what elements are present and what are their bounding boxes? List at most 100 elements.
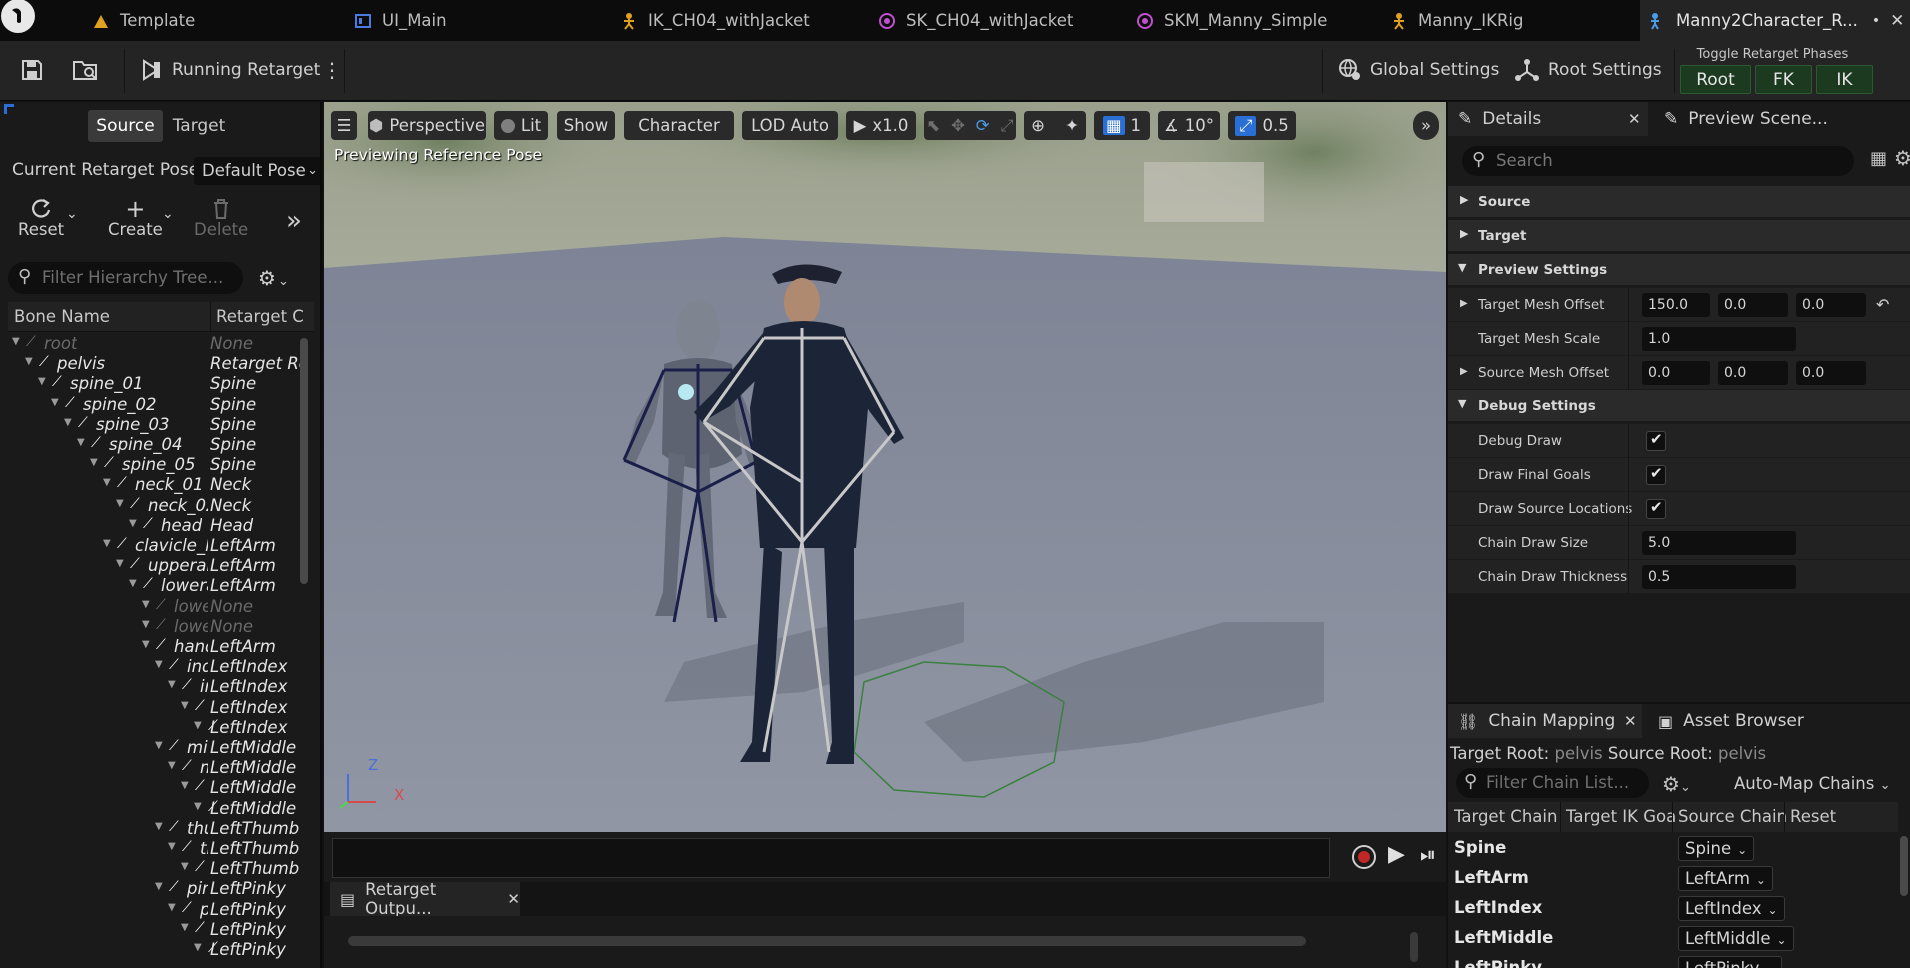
create-pose-button[interactable]: + Create	[108, 197, 163, 239]
chain-filter-input[interactable]: ⚲ Filter Chain List...	[1456, 768, 1649, 798]
offset-y-field[interactable]: 0.0	[1718, 361, 1788, 385]
gear-icon[interactable]: ⚙⌄	[1662, 772, 1691, 796]
mesh-scale-field[interactable]: 1.0	[1642, 327, 1796, 351]
expand-arrow-icon[interactable]: ▼	[103, 477, 111, 488]
draw-source-locations-checkbox[interactable]: ✔	[1646, 498, 1666, 519]
source-chain-dropdown[interactable]: LeftPinky ⌄	[1678, 956, 1783, 968]
target-toggle[interactable]: Target	[163, 110, 235, 142]
category-debug-settings[interactable]: ▼ Debug Settings	[1448, 390, 1910, 422]
expand-arrow-icon[interactable]: ▼	[168, 841, 176, 852]
retarget-pose-dropdown[interactable]: Default Pose ⌄	[194, 157, 320, 185]
preview-scene-tab[interactable]: ✎ Preview Scene...	[1654, 102, 1910, 136]
lod-button[interactable]: LOD Auto	[742, 111, 838, 140]
expand-arrow-icon[interactable]: ▼	[64, 417, 72, 428]
tree-row[interactable]: ▼ ⟋ midLeftMiddle	[8, 758, 304, 778]
hierarchy-filter-input[interactable]: ⚲ Filter Hierarchy Tree...	[8, 262, 243, 294]
tree-row[interactable]: ▼ ⟋ pelvis Retarget Ro	[8, 354, 304, 374]
viewport[interactable]: Z X ☰ ⬢ Perspective Lit Show Character L…	[324, 102, 1446, 832]
tree-row[interactable]: ▼ ⟋ middlLeftMiddle	[8, 738, 304, 758]
expand-arrow-icon[interactable]: ▼	[194, 720, 202, 731]
playback-speed-button[interactable]: ▶ x1.0	[846, 111, 916, 140]
tree-row[interactable]: ▼⟋piLeftPinky	[8, 920, 304, 940]
tree-row[interactable]: ▼ ⟋ upperarm_LeftArm	[8, 556, 304, 576]
tree-row[interactable]: ▼ ⟋ indexLeftIndex	[8, 657, 304, 677]
expand-arrow-icon[interactable]: ▼	[25, 356, 33, 367]
unreal-logo-icon[interactable]	[0, 0, 40, 41]
reset-column[interactable]: Reset	[1790, 807, 1836, 826]
tree-row[interactable]: ▼ ⟋ indeLeftIndex	[8, 677, 304, 697]
chain-draw-thickness-field[interactable]: 0.5	[1642, 565, 1796, 589]
play-button[interactable]: ▶	[1388, 842, 1405, 867]
expand-arrow-icon[interactable]: ▼	[155, 821, 163, 832]
bone-name-column[interactable]: Bone Name	[14, 307, 110, 326]
save-button[interactable]	[20, 58, 44, 82]
tree-row[interactable]: ▼⟋iLeftIndex	[8, 718, 304, 738]
chain-mapping-tab[interactable]: ⛓ Chain Mapping ✕	[1448, 704, 1642, 738]
chain-scrollbar[interactable]	[1900, 836, 1908, 896]
output-horizontal-scrollbar[interactable]	[348, 936, 1306, 946]
source-toggle[interactable]: Source	[88, 110, 163, 142]
expand-arrow-icon[interactable]: ▼	[155, 881, 163, 892]
close-tab-icon[interactable]: ✕	[1624, 712, 1637, 730]
expand-arrow-icon[interactable]: ▼	[142, 619, 150, 630]
phase-ik-toggle[interactable]: IK	[1816, 65, 1873, 94]
output-vertical-scrollbar[interactable]	[1410, 932, 1418, 962]
tree-row[interactable]: ▼ ⟋ pinkLeftPinky	[8, 900, 304, 920]
surface-snap-icon[interactable]: ⊕	[1031, 116, 1045, 135]
tree-row[interactable]: ▼⟋thLeftThumb	[8, 859, 304, 879]
phase-root-toggle[interactable]: Root	[1680, 65, 1751, 94]
expand-arrow-icon[interactable]: ▼	[194, 942, 202, 953]
expand-arrow-icon[interactable]: ▼	[142, 639, 150, 650]
close-tab-icon[interactable]: ✕	[1890, 11, 1904, 31]
expand-arrow-icon[interactable]: ▼	[181, 922, 189, 933]
debug-draw-checkbox[interactable]: ✔	[1646, 430, 1666, 451]
chain-row[interactable]: LeftMiddle LeftMiddle ⌄	[1448, 924, 1898, 954]
expand-arrow-icon[interactable]: ▼	[12, 336, 20, 347]
world-local-icon[interactable]: ✦	[1065, 116, 1079, 135]
tab-manny-ikrig[interactable]: Manny_IKRig	[1390, 0, 1524, 41]
expand-arrow-icon[interactable]: ▼	[155, 740, 163, 751]
tree-row[interactable]: ▼⟋mLeftMiddle	[8, 778, 304, 798]
overflow-chevron-icon[interactable]: »	[286, 206, 302, 236]
tree-row[interactable]: ▼ ⟋ lowerarmLeftArm	[8, 576, 304, 596]
tree-row[interactable]: ▼ ⟋ loweraNone	[8, 597, 304, 617]
tree-row[interactable]: ▼ ⟋ neck_01 Neck	[8, 475, 304, 495]
more-options-icon[interactable]: ⋮	[322, 58, 342, 82]
angle-snap-button[interactable]: ∡ 10°	[1158, 111, 1220, 140]
delete-pose-button[interactable]: Delete	[194, 198, 248, 239]
category-preview-settings[interactable]: ▼ Preview Settings	[1448, 254, 1910, 286]
asset-browser-tab[interactable]: ▣ Asset Browser	[1648, 704, 1828, 738]
expand-arrow-icon[interactable]: ▼	[181, 861, 189, 872]
reset-to-default-icon[interactable]: ↶	[1876, 295, 1889, 314]
expand-arrow-icon[interactable]: ▼	[181, 780, 189, 791]
chain-row[interactable]: Spine Spine ⌄	[1448, 834, 1898, 864]
tree-row[interactable]: ▼ ⟋ loweraNone	[8, 617, 304, 637]
gear-icon[interactable]: ⚙	[1894, 146, 1910, 170]
expand-arrow-icon[interactable]: ▼	[129, 578, 137, 589]
reset-dropdown-chevron-icon[interactable]: ⌄	[66, 206, 78, 222]
draw-final-goals-checkbox[interactable]: ✔	[1646, 464, 1666, 485]
tree-scrollbar[interactable]	[300, 338, 308, 584]
tab-ik-ch04[interactable]: IK_CH04_withJacket	[620, 0, 810, 41]
select-tool-icon[interactable]: ⬉	[926, 116, 940, 135]
target-chain-column[interactable]: Target Chain	[1454, 807, 1557, 826]
category-target[interactable]: ▶ Target	[1448, 220, 1910, 252]
offset-z-field[interactable]: 0.0	[1796, 293, 1866, 317]
phase-fk-toggle[interactable]: FK	[1755, 65, 1812, 94]
expand-arrow-icon[interactable]: ▼	[194, 801, 202, 812]
character-button[interactable]: Character	[624, 111, 734, 140]
tree-row[interactable]: ▼⟋rLeftMiddle	[8, 799, 304, 819]
details-search-input[interactable]: ⚲ Search	[1462, 146, 1854, 176]
expand-arrow-icon[interactable]: ▼	[90, 457, 98, 468]
chain-row[interactable]: LeftArm LeftArm ⌄	[1448, 864, 1898, 894]
source-chain-dropdown[interactable]: LeftIndex ⌄	[1678, 896, 1785, 921]
tree-row[interactable]: ▼ ⟋ root None	[8, 334, 304, 354]
tab-manny2character[interactable]: Manny2Character_R... • ✕	[1640, 0, 1910, 41]
rotate-tool-icon[interactable]: ⟳	[976, 116, 990, 135]
source-chain-dropdown[interactable]: LeftMiddle ⌄	[1678, 926, 1794, 951]
viewport-overflow-button[interactable]: »	[1413, 111, 1439, 140]
view-mode-button[interactable]: Lit	[494, 111, 548, 140]
record-button[interactable]	[1352, 845, 1376, 869]
expand-arrow-icon[interactable]: ▼	[181, 700, 189, 711]
source-chain-dropdown[interactable]: Spine ⌄	[1678, 836, 1755, 861]
